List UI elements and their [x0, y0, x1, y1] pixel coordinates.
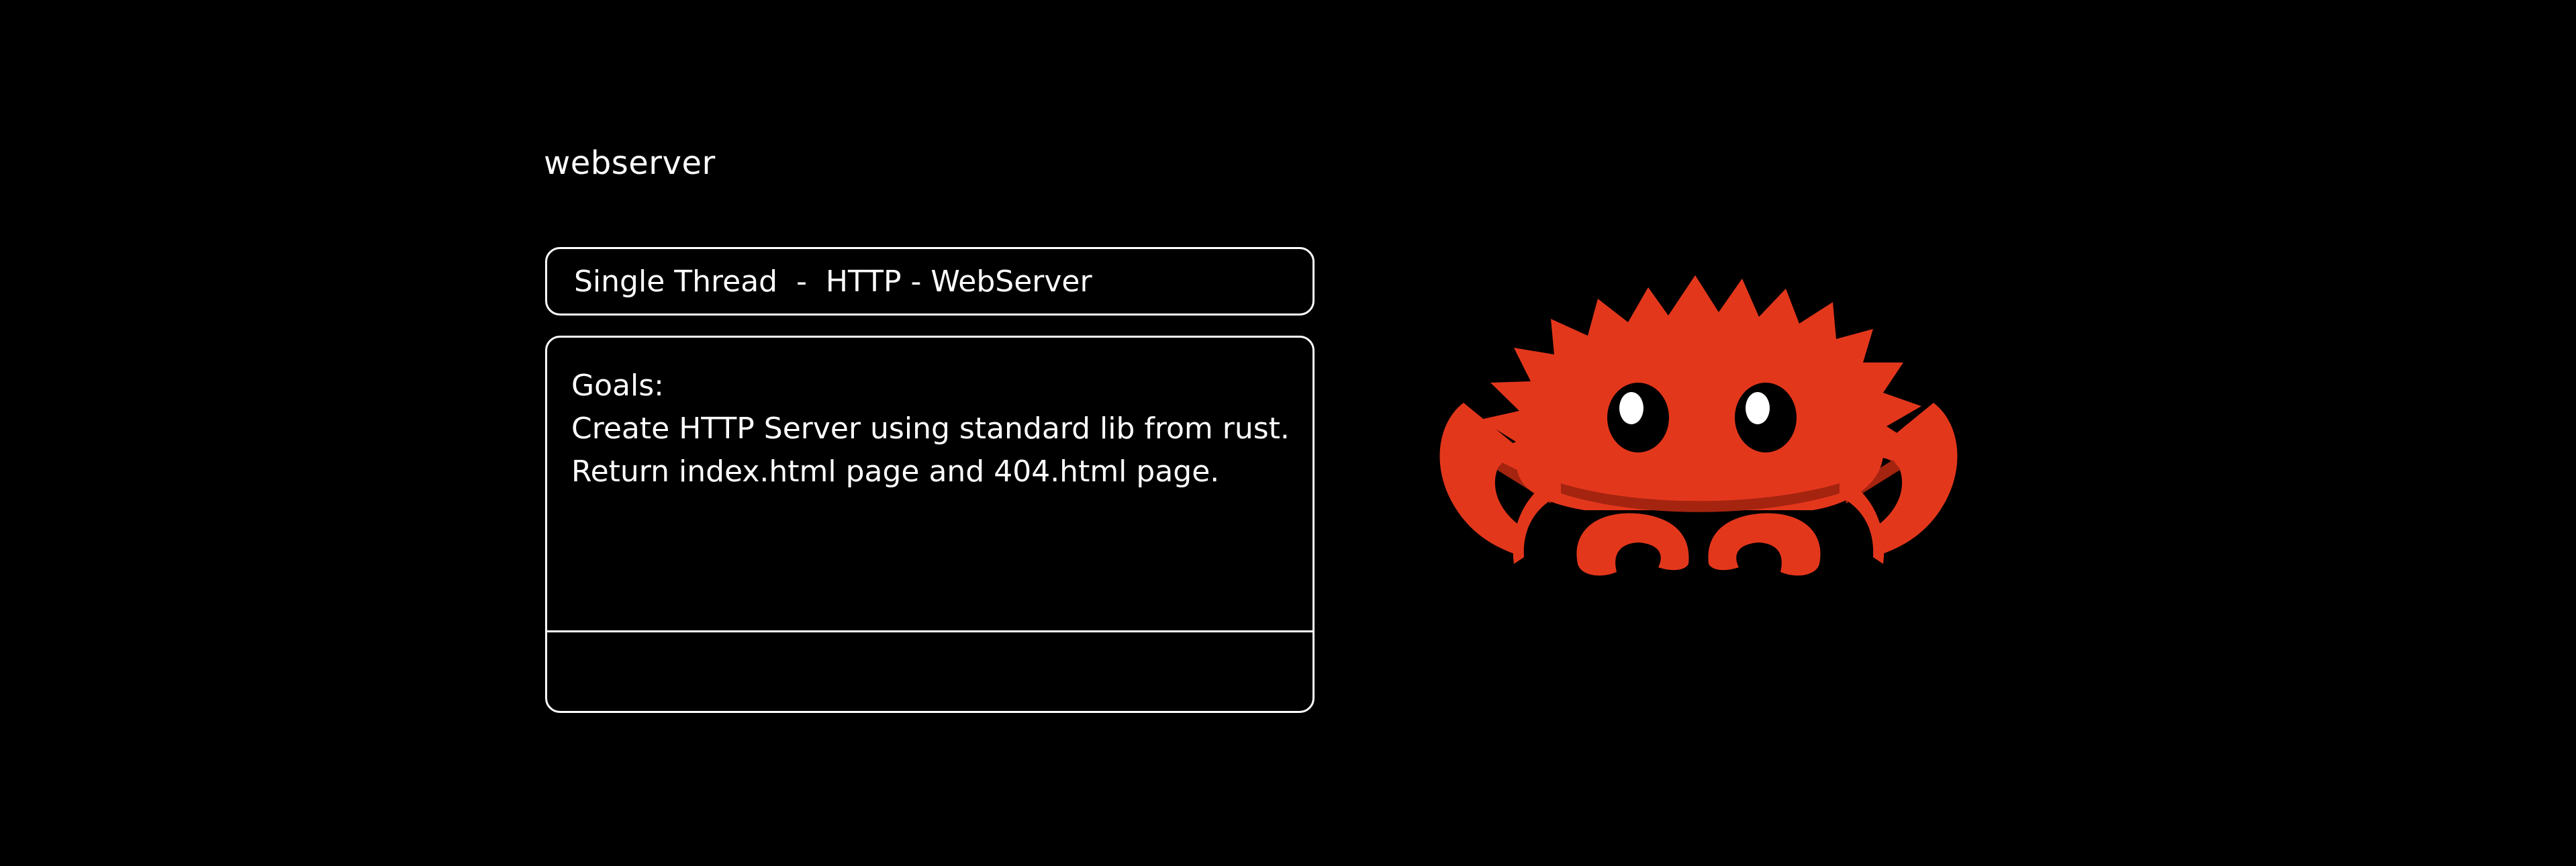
- goals-footer: [547, 632, 1313, 711]
- left-leg-shape: [1513, 490, 1551, 564]
- page-title: webserver: [544, 144, 716, 182]
- goals-content: Goals: Create HTTP Server using standard…: [571, 365, 1299, 493]
- goals-line: Create HTTP Server using standard lib fr…: [571, 412, 1290, 446]
- right-pincer-shape: [1708, 513, 1821, 576]
- summary-text: Single Thread - HTTP - WebServer: [574, 264, 1092, 299]
- summary-field[interactable]: Single Thread - HTTP - WebServer: [545, 247, 1315, 316]
- right-eye-highlight: [1746, 392, 1770, 424]
- right-leg-shape: [1846, 490, 1885, 564]
- rust-crab-ferris-icon: [1439, 275, 1958, 576]
- goals-textarea[interactable]: Goals: Create HTTP Server using standard…: [545, 336, 1315, 713]
- goals-heading: Goals:: [571, 369, 664, 403]
- left-eye-highlight: [1619, 392, 1643, 424]
- goals-line: Return index.html page and 404.html page…: [571, 454, 1220, 489]
- crab-body-shape: [1480, 275, 1921, 510]
- left-pincer-shape: [1576, 513, 1689, 576]
